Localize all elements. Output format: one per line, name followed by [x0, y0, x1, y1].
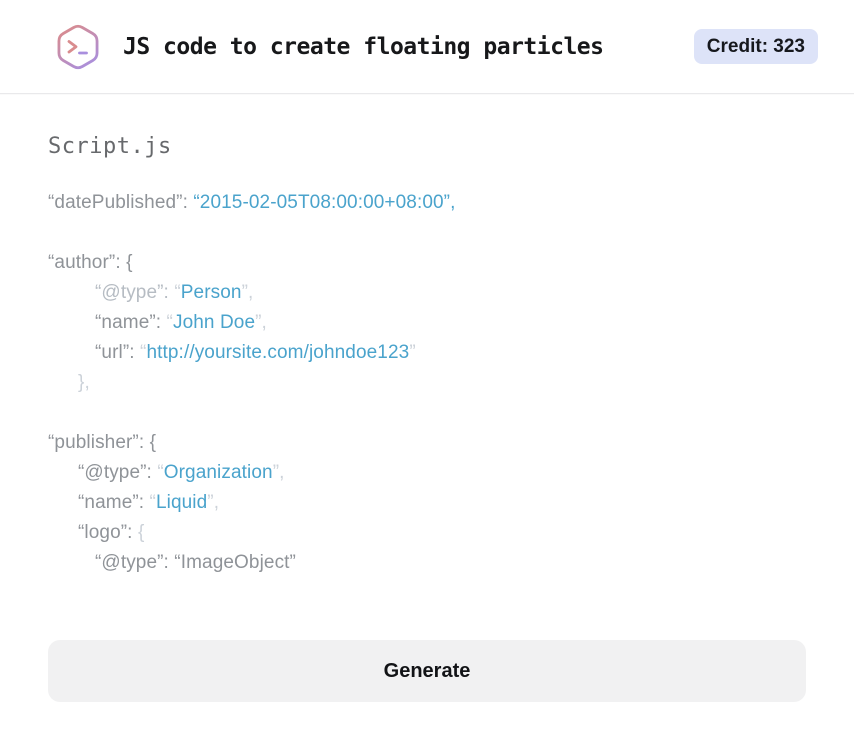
code-segment-punct: ”, [241, 282, 254, 303]
file-title: Script.js [48, 134, 172, 159]
header: JS code to create floating particles Cre… [0, 0, 854, 94]
code-line: “name”: “John Doe”, [48, 308, 806, 338]
code-segment-key: “publisher”: { [48, 432, 157, 453]
code-segment-punct: ”, [272, 462, 285, 483]
code-segment-key: “author”: { [48, 252, 133, 273]
code-segment-key: “logo”: [78, 522, 138, 543]
main-content: Script.js “datePublished”: “2015-02-05T0… [0, 134, 854, 748]
code-segment-key: “datePublished”: [48, 192, 194, 213]
code-segment-punct: { [137, 522, 145, 543]
code-line: “logo”: { [48, 518, 806, 548]
code-line: “url”: “http://yoursite.com/johndoe123” [48, 338, 806, 368]
code-segment-value: Liquid [155, 492, 208, 513]
code-segment-value: http://yoursite.com/johndoe123 [146, 342, 410, 363]
app-window: JS code to create floating particles Cre… [0, 0, 854, 748]
code-line: “publisher”: { [48, 428, 806, 458]
generate-button[interactable]: Generate [48, 640, 806, 702]
code-segment-key_muted: “@type”: [95, 282, 175, 303]
code-segment-value: John Doe [172, 312, 256, 333]
code-segment-punct: ”, [255, 312, 267, 333]
page-title: JS code to create floating particles [123, 33, 604, 60]
code-block: “datePublished”: “2015-02-05T08:00:00+08… [48, 188, 806, 578]
code-segment-punct: ”, [207, 492, 220, 513]
code-segment-key: “url”: [95, 342, 141, 363]
code-line: “@type”: “Person”, [48, 278, 806, 308]
code-segment-key: “@type”: “ImageObject” [95, 552, 296, 573]
code-line: }, [48, 368, 806, 398]
code-segment-key: “@type”: [78, 462, 158, 483]
code-segment-key: “name”: [95, 312, 167, 333]
code-line: “name”: “Liquid”, [48, 488, 806, 518]
code-segment-punct: }, [78, 372, 90, 393]
code-line: “author”: { [48, 248, 806, 278]
code-line: “@type”: “Organization”, [48, 458, 806, 488]
code-segment-value: Person [180, 282, 242, 303]
credit-badge: Credit: 323 [693, 29, 818, 64]
code-segment-value: Organization [163, 462, 273, 483]
code-segment-value: “2015-02-05T08:00:00+08:00”, [193, 192, 456, 213]
code-segment-punct: ” [409, 342, 416, 363]
code-line: “datePublished”: “2015-02-05T08:00:00+08… [48, 188, 806, 218]
terminal-prompt-hexagon-icon [55, 22, 101, 72]
code-segment-key: “name”: [78, 492, 150, 513]
code-line: “@type”: “ImageObject” [48, 548, 806, 578]
